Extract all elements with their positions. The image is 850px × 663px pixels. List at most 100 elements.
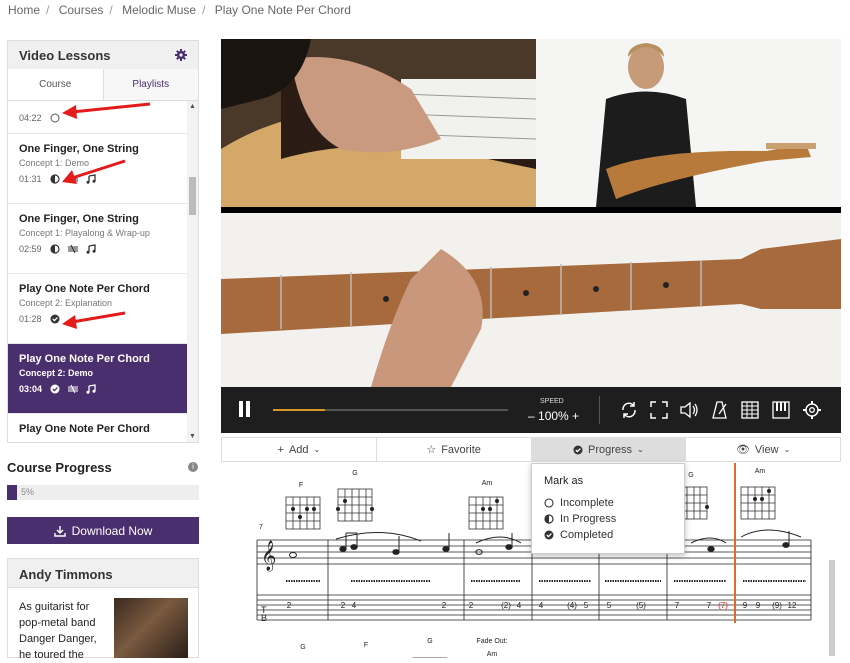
volume-icon[interactable] <box>679 400 699 420</box>
in-progress-icon <box>544 514 554 524</box>
chord-name: G <box>352 470 357 477</box>
course-progress-title: Course Progress <box>7 460 112 475</box>
mark-in-progress-option[interactable]: In Progress <box>544 511 672 527</box>
tab-number: (2) <box>501 601 511 610</box>
tab-number: 9 <box>743 601 748 610</box>
notation-scrollbar[interactable] <box>829 560 835 656</box>
download-icon <box>53 525 66 537</box>
lesson-duration: 01:31 <box>19 174 42 184</box>
completed-icon[interactable] <box>50 314 60 324</box>
fullscreen-icon[interactable] <box>649 400 669 420</box>
view-button[interactable]: 👁 View ⌄ <box>686 438 840 461</box>
tab-notation-icon[interactable] <box>68 384 79 394</box>
tab-notation-icon[interactable] <box>67 244 78 254</box>
tab-number: 2 <box>469 601 474 610</box>
lesson-item[interactable]: One Finger, One String Concept 1: Playal… <box>8 204 188 274</box>
chord-name: F <box>299 482 303 489</box>
incomplete-icon[interactable] <box>50 113 60 123</box>
favorite-button[interactable]: ☆ Favorite <box>377 438 532 461</box>
tab-course[interactable]: Course <box>8 69 104 100</box>
star-icon: ☆ <box>426 444 437 456</box>
video-angle-fretboard <box>221 209 841 387</box>
lesson-title: Play One Note Per Chord <box>19 353 150 365</box>
speed-value: 100% <box>538 409 569 423</box>
pause-button[interactable] <box>238 401 252 417</box>
completed-icon[interactable] <box>50 384 60 394</box>
svg-text:𝄞: 𝄞 <box>261 540 276 572</box>
tab-number: 9 <box>756 601 761 610</box>
in-progress-icon[interactable] <box>49 244 60 254</box>
tab-number: 4 <box>539 601 544 610</box>
tab-number: (7) <box>718 601 728 610</box>
tab-playlists[interactable]: Playlists <box>103 69 198 100</box>
video-player[interactable]: SPEED – 100% + <box>221 39 841 433</box>
eye-icon: 👁 <box>735 444 750 456</box>
scroll-down-icon[interactable]: ▼ <box>189 433 196 440</box>
instructor-card: As guitarist for pop-metal band Danger D… <box>7 588 199 661</box>
progress-button[interactable]: Progress ⌄ <box>531 438 687 461</box>
metronome-icon[interactable] <box>710 400 730 420</box>
lesson-title: Play One Note Per Chord <box>19 283 150 295</box>
download-label: Download Now <box>71 523 153 538</box>
lesson-title: One Finger, One String <box>19 213 139 225</box>
option-label: Completed <box>560 529 614 541</box>
piano-icon[interactable] <box>771 400 791 420</box>
seek-bar-fill <box>273 409 325 411</box>
progress-menu: Mark as Incomplete In Progress Completed <box>531 463 685 554</box>
progress-label: Progress <box>588 443 633 456</box>
tab-number: 4 <box>517 601 522 610</box>
chord-name: Am <box>487 651 498 658</box>
music-note-icon[interactable] <box>86 384 96 394</box>
progress-menu-title: Mark as <box>544 475 584 487</box>
speed-label: SPEED <box>540 398 564 405</box>
breadcrumb-courses[interactable]: Courses <box>59 3 104 17</box>
view-label: View <box>754 443 779 456</box>
lesson-list: 04:22 One Finger, One String Concept 1: … <box>8 101 188 442</box>
download-button[interactable]: Download Now <box>7 517 199 544</box>
course-progress-label: 5% <box>21 487 35 497</box>
lesson-subtitle: Concept 1: Playalong & Wrap-up <box>19 228 150 238</box>
speed-control[interactable]: – 100% + <box>528 409 579 423</box>
tab-number: 2 <box>287 601 292 610</box>
chevron-down-icon: ⌄ <box>637 445 644 454</box>
scrollbar-thumb[interactable] <box>189 177 196 215</box>
player-controls: SPEED – 100% + <box>221 387 841 433</box>
chord-name: F <box>364 642 368 649</box>
tab-number: 2 <box>341 601 346 610</box>
add-button[interactable]: + Add ⌄ <box>222 438 377 461</box>
breadcrumb-course[interactable]: Melodic Muse <box>122 3 196 17</box>
chord-name: Am <box>755 468 766 475</box>
settings-icon[interactable] <box>802 400 822 420</box>
chevron-down-icon: ⌄ <box>783 445 791 454</box>
tab-number: (5) <box>636 601 646 610</box>
in-progress-icon[interactable] <box>49 174 60 184</box>
seek-bar[interactable] <box>273 409 508 411</box>
mark-incomplete-option[interactable]: Incomplete <box>544 495 672 511</box>
tab-number: 7 <box>675 601 680 610</box>
completed-icon <box>544 530 554 540</box>
lesson-list-scrollbar[interactable]: ▲ ▼ <box>187 101 198 442</box>
mark-completed-option[interactable]: Completed <box>544 527 672 543</box>
info-icon[interactable]: i <box>188 462 198 472</box>
breadcrumb-home[interactable]: Home <box>8 3 40 17</box>
tab-grid-icon[interactable] <box>740 400 760 420</box>
scroll-up-icon[interactable]: ▲ <box>189 103 196 110</box>
music-note-icon[interactable] <box>86 244 96 254</box>
chord-name: Am <box>482 480 493 487</box>
lesson-item[interactable]: Play One Note Per Chord <box>8 414 188 442</box>
check-circle-icon <box>573 445 583 454</box>
loop-icon[interactable] <box>619 400 639 420</box>
chord-name: G <box>300 644 305 651</box>
course-progress-fill <box>7 485 17 500</box>
tab-number: (9) <box>772 601 782 610</box>
tab-number: 5 <box>584 601 589 610</box>
annotation-arrow <box>62 311 126 329</box>
lesson-item-active[interactable]: Play One Note Per Chord Concept 2: Demo … <box>8 344 188 414</box>
option-label: Incomplete <box>560 497 614 509</box>
controls-divider <box>599 396 600 424</box>
gear-icon[interactable] <box>175 49 187 61</box>
chord-name: G <box>688 472 693 479</box>
lesson-duration: 03:04 <box>19 384 43 394</box>
video-lessons-header: Video Lessons <box>8 41 198 69</box>
incomplete-icon <box>544 498 554 508</box>
